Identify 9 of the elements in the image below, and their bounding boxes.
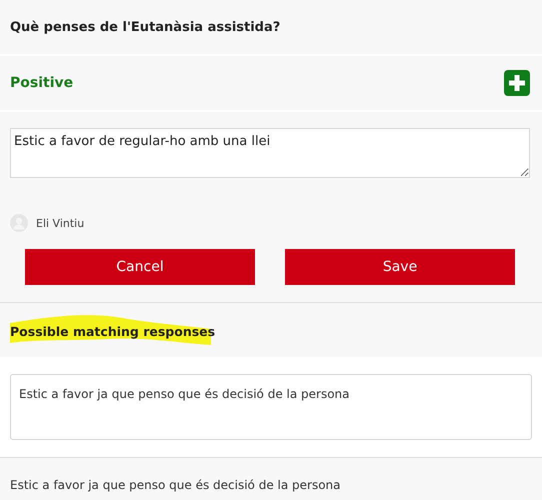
response-text[interactable]: Estic a favor ja que penso que és decisió de la persona: [10, 478, 341, 492]
add-icon[interactable]: [504, 70, 530, 96]
category-label: Positive: [10, 75, 74, 91]
question-title: Què penses de l'Eutanàsia assistida?: [10, 20, 280, 34]
author-name: Eli Vintiu: [36, 216, 84, 230]
response-card[interactable]: Estic a favor ja que penso que és decisió de la persona: [10, 374, 532, 440]
answer-field[interactable]: Estic a favor de regular-ho amb una llei: [10, 128, 530, 178]
action-button[interactable]: Save: [285, 249, 515, 285]
action-button[interactable]: Cancel: [25, 249, 255, 285]
